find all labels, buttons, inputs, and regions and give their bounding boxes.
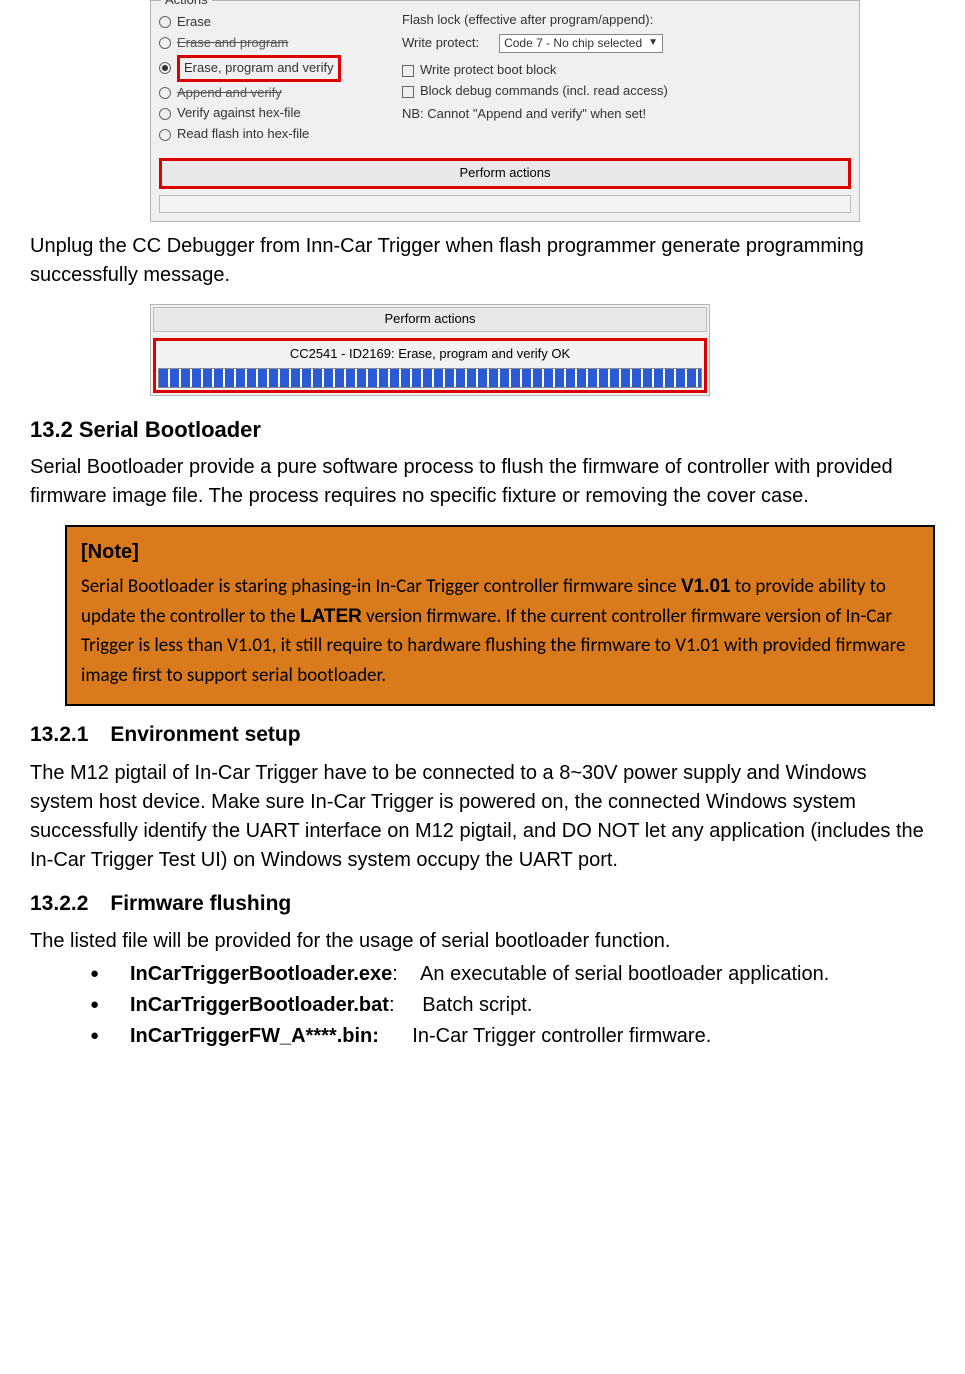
file-name: InCarTriggerBootloader.exe bbox=[130, 963, 392, 985]
write-protect-label: Write protect: bbox=[402, 34, 479, 53]
radio-erase[interactable]: Erase bbox=[159, 13, 384, 32]
radio-label: Verify against hex-file bbox=[177, 104, 301, 123]
checkbox-wp-boot[interactable]: Write protect boot block bbox=[402, 61, 851, 80]
heading-number: 13.2.2 bbox=[30, 889, 88, 919]
progressbar bbox=[158, 368, 702, 388]
heading-13-2-1: 13.2.1 Environment setup bbox=[30, 720, 935, 750]
heading-title: Serial Bootloader bbox=[79, 417, 261, 442]
list-item: InCarTriggerBootloader.exe: An executabl… bbox=[90, 960, 935, 989]
file-list: InCarTriggerBootloader.exe: An executabl… bbox=[65, 960, 935, 1051]
file-desc: Batch script. bbox=[422, 991, 532, 1020]
heading-13-2-2: 13.2.2 Firmware flushing bbox=[30, 889, 935, 919]
heading-13-2: 13.2Serial Bootloader bbox=[30, 414, 935, 446]
heading-title: Firmware flushing bbox=[110, 892, 291, 915]
file-desc: In-Car Trigger controller firmware. bbox=[412, 1022, 711, 1051]
flash-lock-label: Flash lock (effective after program/appe… bbox=[402, 11, 851, 30]
radio-label: Erase and program bbox=[177, 34, 288, 53]
write-protect-dropdown[interactable]: Code 7 - No chip selected ▼ bbox=[499, 34, 663, 53]
result-highlight: CC2541 - ID2169: Erase, program and veri… bbox=[153, 338, 707, 393]
paragraph-firmware-flushing: The listed file will be provided for the… bbox=[30, 927, 935, 956]
file-desc: An executable of serial bootloader appli… bbox=[420, 960, 829, 989]
heading-title: Environment setup bbox=[110, 723, 300, 746]
chevron-down-icon: ▼ bbox=[648, 36, 658, 51]
list-item: InCarTriggerBootloader.bat: Batch script… bbox=[90, 991, 935, 1020]
radio-label: Erase bbox=[177, 13, 211, 32]
note-title: [Note] bbox=[81, 537, 919, 568]
dialog-progress-screenshot: Perform actions CC2541 - ID2169: Erase, … bbox=[150, 304, 710, 396]
groupbox-title: Actions bbox=[161, 0, 212, 10]
radio-label: Append and verify bbox=[177, 84, 282, 103]
radio-append-verify[interactable]: Append and verify bbox=[159, 84, 384, 103]
file-name: InCarTriggerFW_A****.bin bbox=[130, 1025, 372, 1047]
radio-erase-program[interactable]: Erase and program bbox=[159, 34, 384, 53]
actions-groupbox: Actions Erase Erase and program Erase, p… bbox=[150, 0, 860, 222]
checkbox-label: Write protect boot block bbox=[420, 61, 556, 80]
paragraph-serial-bootloader: Serial Bootloader provide a pure softwar… bbox=[30, 453, 935, 511]
checkbox-block-debug[interactable]: Block debug commands (incl. read access) bbox=[402, 82, 851, 101]
nb-text: NB: Cannot "Append and verify" when set! bbox=[402, 105, 851, 124]
radio-label: Erase, program and verify bbox=[177, 55, 341, 82]
note-box: [Note] Serial Bootloader is staring phas… bbox=[65, 525, 935, 706]
heading-number: 13.2 bbox=[30, 414, 73, 446]
radio-erase-program-verify[interactable]: Erase, program and verify bbox=[159, 55, 384, 82]
colon: : bbox=[372, 1025, 379, 1047]
status-bar-empty bbox=[159, 195, 851, 213]
note-text: Serial Bootloader is staring phasing-in … bbox=[81, 575, 681, 598]
status-text: CC2541 - ID2169: Erase, program and veri… bbox=[158, 343, 702, 366]
paragraph-unplug: Unplug the CC Debugger from Inn-Car Trig… bbox=[30, 232, 935, 290]
checkbox-label: Block debug commands (incl. read access) bbox=[420, 82, 668, 101]
dialog-actions-screenshot: Actions Erase Erase and program Erase, p… bbox=[150, 0, 860, 222]
colon: : bbox=[392, 963, 398, 985]
dropdown-value: Code 7 - No chip selected bbox=[504, 35, 642, 52]
perform-actions-button-2[interactable]: Perform actions bbox=[153, 307, 707, 332]
perform-actions-button[interactable]: Perform actions bbox=[159, 158, 851, 189]
radio-label: Read flash into hex-file bbox=[177, 125, 309, 144]
list-item: InCarTriggerFW_A****.bin: In-Car Trigger… bbox=[90, 1022, 935, 1051]
heading-number: 13.2.1 bbox=[30, 720, 88, 750]
radio-column: Erase Erase and program Erase, program a… bbox=[159, 11, 384, 146]
options-column: Flash lock (effective after program/appe… bbox=[402, 11, 851, 146]
radio-verify-hex[interactable]: Verify against hex-file bbox=[159, 104, 384, 123]
note-body: Serial Bootloader is staring phasing-in … bbox=[81, 572, 919, 690]
colon: : bbox=[389, 994, 395, 1016]
radio-read-hex[interactable]: Read flash into hex-file bbox=[159, 125, 384, 144]
paragraph-env-setup: The M12 pigtail of In-Car Trigger have t… bbox=[30, 759, 935, 875]
file-name: InCarTriggerBootloader.bat bbox=[130, 994, 389, 1016]
note-v101: V1.01 bbox=[681, 576, 731, 597]
note-later: LATER bbox=[300, 606, 362, 627]
